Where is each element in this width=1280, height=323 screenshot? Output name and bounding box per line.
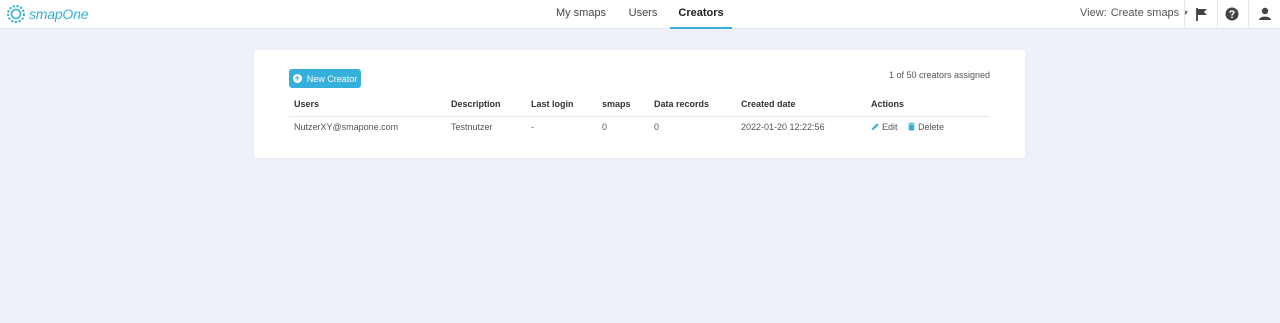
table-row: NutzerXY@smapone.com Testnutzer - 0 0 20… (289, 122, 990, 138)
table-header: Users Description Last login smaps Data … (289, 99, 990, 117)
tab-users[interactable]: Users (624, 0, 662, 29)
top-navigation-bar: smapOne My smaps Users Creators View: Cre… (0, 0, 1280, 29)
column-header-data-records[interactable]: Data records (654, 99, 709, 109)
smaps-count: 0 (602, 122, 608, 132)
delete-link[interactable]: Delete (907, 122, 944, 132)
delete-label: Delete (918, 122, 945, 132)
help-icon[interactable] (1223, 5, 1241, 23)
last-login: - (531, 122, 534, 132)
plus-circle-icon: + (292, 73, 302, 83)
assigned-count: 1 of 50 creators assigned (888, 70, 990, 80)
column-header-actions: Actions (871, 99, 905, 109)
view-selector[interactable]: View: Create smaps ▼ (1080, 0, 1189, 29)
divider (1248, 0, 1249, 29)
logo-icon (7, 5, 25, 23)
created-date: 2022-01-20 12:22:56 (741, 122, 825, 132)
column-header-created-date[interactable]: Created date (741, 99, 796, 109)
view-label: View: (1080, 7, 1107, 19)
view-value: Create smaps (1110, 7, 1180, 19)
tab-creators[interactable]: Creators (670, 0, 732, 29)
pencil-icon (871, 123, 879, 131)
flag-icon[interactable] (1193, 5, 1211, 23)
new-creator-button[interactable]: + New Creator (289, 69, 361, 88)
user-description: Testnutzer (451, 122, 493, 132)
edit-label: Edit (882, 122, 898, 132)
divider (1217, 0, 1218, 29)
user-icon[interactable] (1256, 5, 1274, 23)
column-header-last-login[interactable]: Last login (531, 99, 574, 109)
user-email: NutzerXY@smapone.com (294, 122, 399, 132)
creators-card: + New Creator 1 of 50 creators assigned … (254, 50, 1025, 158)
brand-name: smapOne (29, 6, 89, 22)
column-header-description[interactable]: Description (451, 99, 501, 109)
column-header-users[interactable]: Users (294, 99, 319, 109)
smapone-logo[interactable]: smapOne (6, 4, 88, 24)
new-creator-label: New Creator (306, 73, 358, 84)
tab-my-smaps[interactable]: My smaps (552, 0, 610, 29)
column-header-smaps[interactable]: smaps (602, 99, 631, 109)
data-records-count: 0 (654, 122, 660, 132)
divider (1184, 0, 1185, 29)
trash-icon (908, 122, 915, 131)
edit-link[interactable]: Edit (871, 122, 898, 132)
